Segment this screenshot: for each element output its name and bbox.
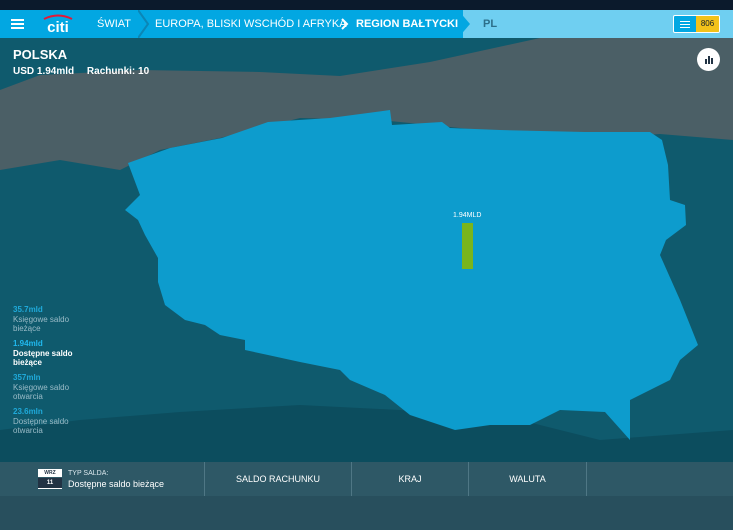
legend-item[interactable]: 23.6mln Dostępne saldo otwarcia bbox=[13, 407, 103, 435]
list-icon bbox=[674, 16, 696, 32]
breadcrumb-emea[interactable]: EUROPA, BLISKI WSCHÓD I AFRYKA bbox=[155, 10, 347, 38]
country-accounts: Rachunki: 10 bbox=[86, 66, 150, 77]
breadcrumb-separator-icon bbox=[458, 10, 470, 38]
calendar-icon: WRZ 11 bbox=[38, 469, 62, 489]
legend-item[interactable]: 357mln Księgowe saldo otwarcia bbox=[13, 373, 103, 401]
notifications-button[interactable]: 806 bbox=[673, 15, 720, 33]
country-summary: USD 1.94mld Rachunki: 10 bbox=[13, 66, 159, 77]
balance-type-value: Dostępne saldo bieżące bbox=[68, 479, 165, 489]
tab-saldo-rachunku[interactable]: SALDO RACHUNKU bbox=[205, 462, 352, 496]
tab-kraj[interactable]: KRAJ bbox=[352, 462, 469, 496]
hamburger-icon[interactable] bbox=[11, 19, 24, 29]
balance-type-label: TYP SALDA: bbox=[68, 470, 109, 477]
chart-toggle-button[interactable] bbox=[697, 48, 720, 71]
breadcrumb-baltic[interactable]: REGION BAŁTYCKI bbox=[356, 10, 458, 38]
bar-chart-icon bbox=[704, 59, 707, 64]
svg-text:citi: citi bbox=[47, 19, 69, 36]
map-bar-label: 1.94MLD bbox=[453, 212, 482, 219]
breadcrumb-separator-icon bbox=[138, 10, 150, 38]
breadcrumb-pl[interactable]: PL bbox=[483, 10, 497, 38]
breadcrumb-swiat[interactable]: ŚWIAT bbox=[97, 10, 131, 38]
map-bar[interactable] bbox=[462, 223, 473, 269]
legend-item[interactable]: 35.7mld Księgowe saldo bieżące bbox=[13, 305, 103, 333]
map-area[interactable] bbox=[0, 38, 733, 462]
balance-legend: 35.7mld Księgowe saldo bieżące 1.94mld D… bbox=[13, 305, 103, 441]
footer bbox=[0, 496, 733, 530]
bottom-toolbar: WRZ 11 TYP SALDA: Dostępne saldo bieżące… bbox=[0, 462, 733, 496]
chevron-right-icon bbox=[341, 18, 349, 30]
country-title: POLSKA bbox=[13, 47, 68, 62]
country-usd: USD 1.94mld bbox=[13, 66, 75, 77]
legend-item-active[interactable]: 1.94mld Dostępne saldo bieżące bbox=[13, 339, 103, 367]
map-svg bbox=[0, 38, 733, 462]
citi-logo: citi bbox=[43, 14, 73, 36]
notification-count: 806 bbox=[696, 16, 719, 32]
balance-type-selector[interactable]: WRZ 11 TYP SALDA: Dostępne saldo bieżące bbox=[0, 462, 205, 496]
tab-waluta[interactable]: WALUTA bbox=[469, 462, 587, 496]
breadcrumb: citi ŚWIAT EUROPA, BLISKI WSCHÓD I AFRYK… bbox=[0, 10, 733, 38]
